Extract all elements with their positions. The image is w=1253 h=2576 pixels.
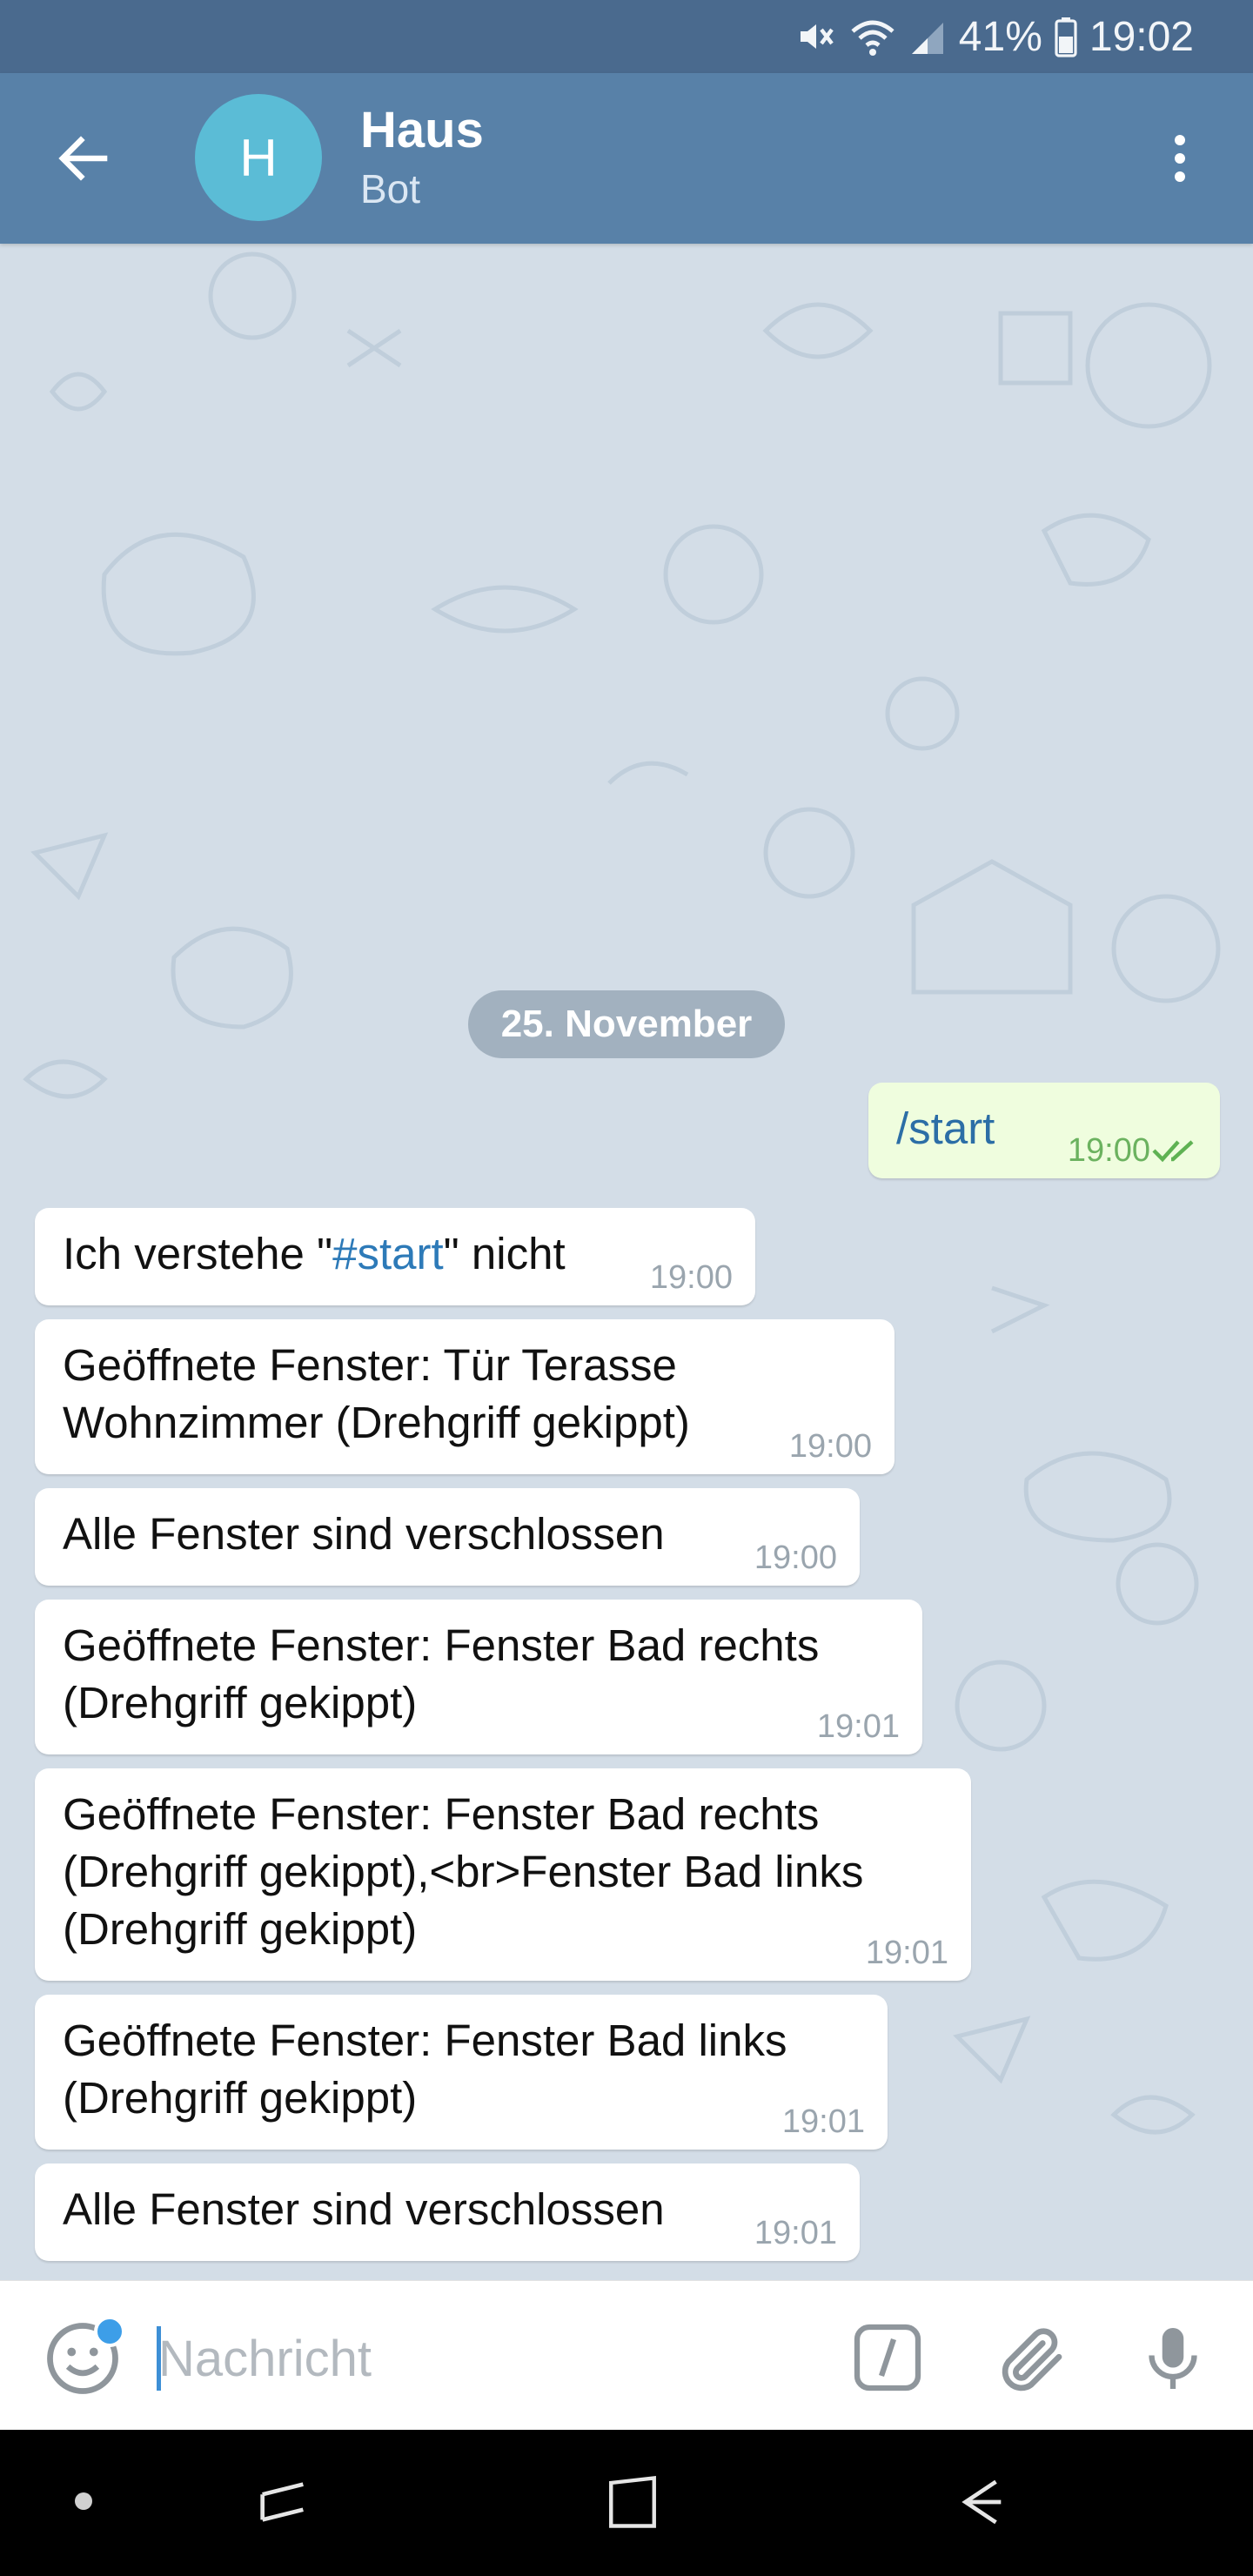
more-vertical-icon [1175, 135, 1185, 182]
incoming-message[interactable]: Alle Fenster sind verschlossen 19:00 [35, 1488, 860, 1586]
incoming-message[interactable]: Geöffnete Fenster: Fenster Bad rechts (D… [35, 1768, 971, 1981]
message-text-prefix: Ich verstehe " [63, 1229, 333, 1278]
chat-subtitle: Bot [360, 166, 421, 211]
attach-button[interactable] [994, 2321, 1072, 2399]
arrow-left-icon [58, 136, 108, 181]
chat-title[interactable]: Haus [360, 101, 484, 159]
incoming-message[interactable]: Ich verstehe "#start" nicht 19:00 [35, 1208, 755, 1305]
message-text-suffix: " nicht [443, 1229, 566, 1278]
message-text[interactable]: Ich verstehe "#start" nicht [63, 1229, 566, 1278]
back-nav-icon[interactable] [950, 2472, 1011, 2532]
chat-header: H Haus Bot [0, 73, 1253, 244]
incoming-message[interactable]: Geöffnete Fenster: Fenster Bad links (Dr… [35, 1995, 888, 2150]
status-icons: 41% 19:02 [795, 9, 1194, 64]
message-time: 19:00 [788, 1428, 872, 1465]
wifi-icon [851, 20, 895, 56]
date-separator: 25. November [468, 990, 785, 1058]
notification-dot [94, 2316, 125, 2347]
message-time: 19:01 [781, 2103, 865, 2140]
incoming-message[interactable]: Geöffnete Fenster: Tür Terasse Wohnzimme… [35, 1319, 895, 1474]
message-composer [0, 2280, 1253, 2430]
avatar-letter: H [239, 128, 278, 187]
incoming-message[interactable]: Geöffnete Fenster: Fenster Bad rechts (D… [35, 1600, 922, 1754]
system-nav-bar [0, 2430, 1253, 2576]
status-time: 19:02 [1089, 13, 1194, 60]
message-input[interactable] [158, 2319, 820, 2398]
double-check-icon [1152, 1140, 1194, 1163]
battery-percent: 41% [958, 13, 1042, 60]
message-time: 19:01 [754, 2215, 837, 2251]
message-text[interactable]: Geöffnete Fenster: Fenster Bad rechts (D… [63, 1620, 819, 1727]
microphone-icon [1149, 2328, 1197, 2389]
incoming-message[interactable]: Alle Fenster sind verschlossen 19:01 [35, 2163, 860, 2261]
slash-command-icon [854, 2324, 921, 2392]
voice-record-button[interactable] [1136, 2319, 1209, 2398]
message-text[interactable]: Geöffnete Fenster: Tür Terasse Wohnzimme… [63, 1340, 690, 1447]
message-time: 19:01 [816, 1708, 900, 1745]
message-text[interactable]: Geöffnete Fenster: Fenster Bad rechts (D… [63, 1789, 863, 1954]
message-text[interactable]: Alle Fenster sind verschlossen [63, 1509, 665, 1559]
home-icon[interactable] [604, 2473, 661, 2531]
message-text[interactable]: Geöffnete Fenster: Fenster Bad links (Dr… [63, 2016, 787, 2123]
battery-icon [1055, 17, 1077, 57]
avatar[interactable]: H [195, 94, 322, 221]
mute-icon [800, 24, 834, 49]
more-menu-button[interactable] [1149, 127, 1211, 190]
recent-apps-icon[interactable] [252, 2472, 313, 2532]
message-time: 19:00 [649, 1259, 733, 1296]
paperclip-icon [1002, 2328, 1062, 2392]
bot-command-button[interactable] [851, 2321, 924, 2394]
message-time: 19:01 [865, 1935, 948, 1971]
outgoing-message[interactable]: /start 19:00 [868, 1083, 1220, 1178]
nav-indicator-dot [75, 2492, 92, 2510]
status-bar: 41% 19:02 [0, 0, 1253, 73]
message-time: 19:00 [1067, 1132, 1150, 1169]
message-time: 19:00 [754, 1540, 837, 1576]
message-text[interactable]: Alle Fenster sind verschlossen [63, 2184, 665, 2234]
message-text[interactable]: /start [896, 1104, 995, 1153]
message-list[interactable]: 25. November /start 19:00 Ich verstehe "… [0, 244, 1253, 2280]
hashtag-link[interactable]: #start [332, 1229, 444, 1278]
signal-icon [911, 23, 943, 54]
back-button[interactable] [52, 127, 115, 190]
